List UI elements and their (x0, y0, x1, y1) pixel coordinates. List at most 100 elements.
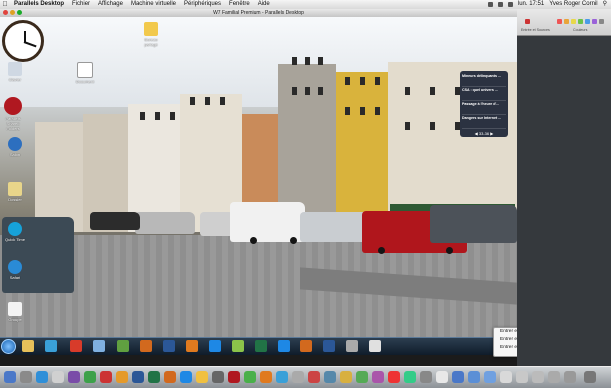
explorer-icon[interactable] (22, 340, 34, 352)
app-icon[interactable] (116, 371, 128, 383)
app-icon[interactable] (436, 371, 448, 383)
swatch-icon[interactable] (557, 19, 562, 24)
app-icon[interactable] (244, 371, 256, 383)
next-icon[interactable]: ▶ (490, 131, 493, 136)
word-icon[interactable] (323, 340, 335, 352)
desktop-icon-groupe[interactable]: Groupe (4, 302, 26, 322)
word-icon[interactable] (163, 340, 175, 352)
news-gadget[interactable]: Mineurs délinquants ... CSA : quel unive… (460, 71, 508, 137)
prev-icon[interactable]: ◀ (475, 131, 478, 136)
news-headline[interactable]: CSA : quel univers ... (462, 87, 506, 101)
app-icon[interactable] (93, 340, 105, 352)
parallels-icon[interactable] (228, 371, 240, 383)
document-icon[interactable] (532, 371, 544, 383)
minimize-window-button[interactable] (10, 10, 15, 15)
trash-icon[interactable] (584, 371, 596, 383)
ie-icon[interactable] (209, 340, 221, 352)
firefox-icon[interactable] (186, 340, 198, 352)
app-icon[interactable] (346, 340, 358, 352)
app-icon[interactable] (100, 371, 112, 383)
app-icon[interactable] (292, 371, 304, 383)
menu-peripheriques[interactable]: Périphériques (180, 0, 225, 9)
excel-icon[interactable] (255, 340, 267, 352)
swatch-icon[interactable] (578, 19, 583, 24)
app-icon[interactable] (117, 340, 129, 352)
powerpoint-icon[interactable] (140, 340, 152, 352)
app-icon[interactable] (196, 371, 208, 383)
app-icon[interactable] (356, 371, 368, 383)
app-icon[interactable] (340, 371, 352, 383)
desktop-icon-shared-folders[interactable]: Parallels Shared Folders (2, 97, 24, 131)
menu-fenetre[interactable]: Fenêtre (225, 0, 254, 9)
firefox-icon[interactable] (260, 371, 272, 383)
desktop-icon-salon[interactable]: Salon (4, 137, 26, 157)
status-icon[interactable] (487, 2, 493, 7)
app-icon[interactable] (68, 371, 80, 383)
menubar-user[interactable]: Yves Roger Cornil (549, 0, 597, 9)
app-icon[interactable] (180, 371, 192, 383)
app-icon[interactable] (20, 371, 32, 383)
desktop-icon-bureau-partage[interactable]: Bureau partagé (140, 22, 162, 47)
swatch-icon[interactable] (571, 19, 576, 24)
folder-icon[interactable] (468, 371, 480, 383)
news-headline[interactable]: Dangers sur Internet ... (462, 115, 506, 129)
app-icon[interactable] (388, 371, 400, 383)
finder-icon[interactable] (4, 371, 16, 383)
folder-icon[interactable] (484, 371, 496, 383)
clock-gadget[interactable] (2, 20, 44, 62)
document-icon[interactable] (548, 371, 560, 383)
menubar-clock[interactable]: lun. 17:51 (518, 0, 544, 9)
powerpoint-icon[interactable] (300, 340, 312, 352)
app-icon[interactable] (420, 371, 432, 383)
record-icon[interactable] (525, 19, 530, 24)
app-icon[interactable] (276, 371, 288, 383)
folder-icon[interactable] (452, 371, 464, 383)
desktop-icon-quicktime[interactable]: Quick Time (4, 222, 26, 242)
desktop-icon-dossier[interactable]: Dossier (4, 182, 26, 202)
swatch-icon[interactable] (585, 19, 590, 24)
safari-icon[interactable] (36, 371, 48, 383)
app-icon[interactable] (324, 371, 336, 383)
swatch-icon[interactable] (564, 19, 569, 24)
news-headline[interactable]: Mineurs délinquants ... (462, 73, 506, 87)
app-icon[interactable] (52, 371, 64, 383)
desktop-icon-safari[interactable]: Safari (4, 260, 26, 280)
ie-icon[interactable] (278, 340, 290, 352)
media-player-icon[interactable] (45, 340, 57, 352)
news-headline[interactable]: Passage à l'heure d'... (462, 101, 506, 115)
windows-desktop[interactable]: Parallels Shared Folders Salon Safari Qu… (0, 17, 517, 337)
powerpoint-icon[interactable] (164, 371, 176, 383)
apple-menu-icon[interactable]:  (0, 0, 10, 9)
news-pager[interactable]: ◀ 33-36 ▶ (462, 131, 506, 136)
close-window-button[interactable] (3, 10, 8, 15)
app-icon[interactable] (369, 340, 381, 352)
vm-window-title: W7 Familial Premium - Parallels Desktop (213, 10, 304, 16)
zoom-window-button[interactable] (17, 10, 22, 15)
word-icon[interactable] (132, 371, 144, 383)
menu-aide[interactable]: Aide (254, 0, 274, 9)
menu-app-name[interactable]: Parallels Desktop (10, 0, 68, 9)
menu-fichier[interactable]: Fichier (68, 0, 94, 9)
document-icon[interactable] (564, 371, 576, 383)
desktop-icon-clavier[interactable]: Clavier (4, 62, 26, 82)
volume-icon[interactable] (507, 2, 513, 7)
excel-icon[interactable] (148, 371, 160, 383)
swatch-icon[interactable] (592, 19, 597, 24)
app-icon[interactable] (404, 371, 416, 383)
start-button[interactable] (1, 339, 16, 354)
app-icon[interactable] (372, 371, 384, 383)
keyboard-icon (8, 62, 22, 76)
menu-machine-virtuelle[interactable]: Machine virtuelle (127, 0, 180, 9)
app-icon[interactable] (232, 340, 244, 352)
menu-affichage[interactable]: Affichage (94, 0, 127, 9)
wifi-icon[interactable] (497, 2, 503, 7)
document-icon[interactable] (516, 371, 528, 383)
document-icon[interactable] (500, 371, 512, 383)
desktop-icon-document[interactable]: Document (74, 62, 96, 84)
acrobat-icon[interactable] (70, 340, 82, 352)
app-icon[interactable] (212, 371, 224, 383)
app-icon[interactable] (84, 371, 96, 383)
swatch-icon[interactable] (599, 19, 604, 24)
app-icon[interactable] (308, 371, 320, 383)
spotlight-icon[interactable]: ⚲ (603, 0, 607, 9)
